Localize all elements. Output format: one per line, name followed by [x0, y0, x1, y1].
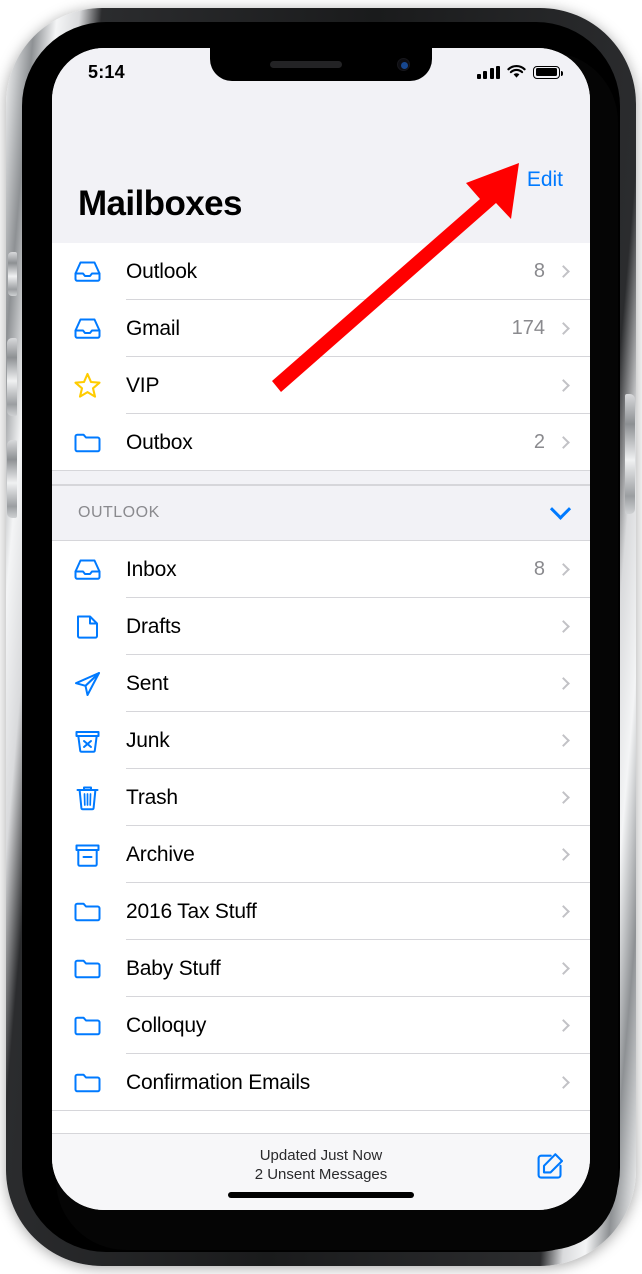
- folder-icon: [72, 896, 126, 927]
- edit-button[interactable]: Edit: [527, 168, 563, 192]
- updated-text: Updated Just Now: [259, 1147, 383, 1164]
- chevron-right-icon: [557, 962, 570, 975]
- cellular-signal-icon: [476, 65, 500, 79]
- mailbox-label: Gmail: [126, 316, 180, 340]
- archive-box-icon: [72, 839, 126, 870]
- battery-icon: [533, 65, 563, 79]
- mailbox-row-drafts[interactable]: Drafts: [52, 598, 590, 655]
- bottom-toolbar: Updated Just Now 2 Unsent Messages: [52, 1133, 590, 1210]
- mailbox-label: Confirmation Emails: [126, 1070, 311, 1094]
- mailbox-row-outbox[interactable]: Outbox 2: [52, 414, 590, 471]
- power-button[interactable]: [625, 394, 635, 514]
- mailbox-label: Trash: [126, 785, 178, 809]
- mailbox-row-confirmation-emails[interactable]: Confirmation Emails: [52, 1054, 590, 1111]
- front-camera-icon: [397, 58, 410, 71]
- mailbox-label: Baby Stuff: [126, 956, 221, 980]
- unread-count: 8: [533, 558, 545, 580]
- chevron-right-icon: [557, 265, 570, 278]
- unread-count: 174: [511, 317, 545, 339]
- unread-count: 8: [533, 260, 545, 282]
- mute-switch-button[interactable]: [8, 252, 17, 296]
- mailbox-label: VIP: [126, 373, 160, 397]
- mailbox-label: Outlook: [126, 259, 197, 283]
- mailbox-label: Inbox: [126, 557, 177, 581]
- mailbox-row-2016-tax-stuff[interactable]: 2016 Tax Stuff: [52, 883, 590, 940]
- inbox-tray-icon: [72, 313, 126, 344]
- inbox-tray-icon: [72, 256, 126, 287]
- notch: [210, 48, 432, 81]
- mailbox-label: Sent: [126, 671, 169, 695]
- mailbox-row-inbox[interactable]: Inbox 8: [52, 541, 590, 598]
- chevron-right-icon: [557, 791, 570, 804]
- mailbox-label: 2016 Tax Stuff: [126, 899, 257, 923]
- earpiece-speaker: [270, 61, 342, 68]
- mailbox-row-junk[interactable]: Junk: [52, 712, 590, 769]
- mailbox-label: Colloquy: [126, 1013, 207, 1037]
- chevron-right-icon: [557, 322, 570, 335]
- section-header-outlook: OUTLOOK: [52, 485, 590, 541]
- chevron-right-icon: [557, 734, 570, 747]
- chevron-right-icon: [557, 563, 570, 576]
- mailbox-label: Archive: [126, 842, 195, 866]
- paper-plane-icon: [72, 668, 126, 699]
- folder-icon: [72, 1067, 126, 1098]
- chevron-right-icon: [557, 436, 570, 449]
- page-title: Mailboxes: [78, 184, 242, 223]
- account-mailboxes-group: Inbox 8 Drafts Sent Junk Trash Archive 2016 Tax…: [52, 541, 590, 1111]
- phone-screen: 5:14 Edit Mailboxes Outlook 8 Gmail 174 VIP O…: [52, 48, 590, 1210]
- nav-header: Edit Mailboxes: [52, 90, 590, 243]
- volume-up-button[interactable]: [7, 338, 17, 416]
- mailbox-row-baby-stuff[interactable]: Baby Stuff: [52, 940, 590, 997]
- mailbox-row-sent[interactable]: Sent: [52, 655, 590, 712]
- inbox-tray-icon: [72, 554, 126, 585]
- trash-icon: [72, 782, 126, 813]
- mailbox-list[interactable]: Outlook 8 Gmail 174 VIP Outbox 2 OUTLOOK Inbox…: [52, 243, 590, 1133]
- folder-icon: [72, 1010, 126, 1041]
- compose-button[interactable]: [534, 1148, 568, 1182]
- status-time: 5:14: [88, 61, 125, 82]
- status-indicators: [476, 65, 563, 79]
- mailbox-label: Junk: [126, 728, 170, 752]
- document-icon: [72, 611, 126, 642]
- favorites-group: Outlook 8 Gmail 174 VIP Outbox 2: [52, 243, 590, 471]
- home-indicator[interactable]: [228, 1192, 414, 1198]
- chevron-right-icon: [557, 905, 570, 918]
- junk-box-icon: [72, 725, 126, 756]
- star-icon: [72, 370, 126, 401]
- chevron-right-icon: [557, 620, 570, 633]
- mailbox-label: Drafts: [126, 614, 181, 638]
- chevron-right-icon: [557, 1019, 570, 1032]
- mailbox-row-colloquy[interactable]: Colloquy: [52, 997, 590, 1054]
- chevron-right-icon: [557, 1076, 570, 1089]
- chevron-right-icon: [557, 677, 570, 690]
- unread-count: 2: [533, 431, 545, 453]
- mailbox-row-outlook[interactable]: Outlook 8: [52, 243, 590, 300]
- folder-icon: [72, 953, 126, 984]
- wifi-icon: [507, 65, 526, 79]
- mailbox-row-vip[interactable]: VIP: [52, 357, 590, 414]
- chevron-right-icon: [557, 379, 570, 392]
- volume-down-button[interactable]: [7, 440, 17, 518]
- chevron-right-icon: [557, 848, 570, 861]
- mailbox-label: Outbox: [126, 430, 193, 454]
- folder-icon: [72, 427, 126, 458]
- compose-icon: [537, 1153, 564, 1179]
- mailbox-row-gmail[interactable]: Gmail 174: [52, 300, 590, 357]
- section-title: OUTLOOK: [78, 504, 160, 521]
- chevron-down-icon[interactable]: [549, 498, 572, 520]
- group-separator: [52, 471, 590, 485]
- unsent-messages-text: 2 Unsent Messages: [254, 1166, 388, 1183]
- mailbox-row-trash[interactable]: Trash: [52, 769, 590, 826]
- sync-status: Updated Just Now 2 Unsent Messages: [52, 1146, 590, 1184]
- mailbox-row-archive[interactable]: Archive: [52, 826, 590, 883]
